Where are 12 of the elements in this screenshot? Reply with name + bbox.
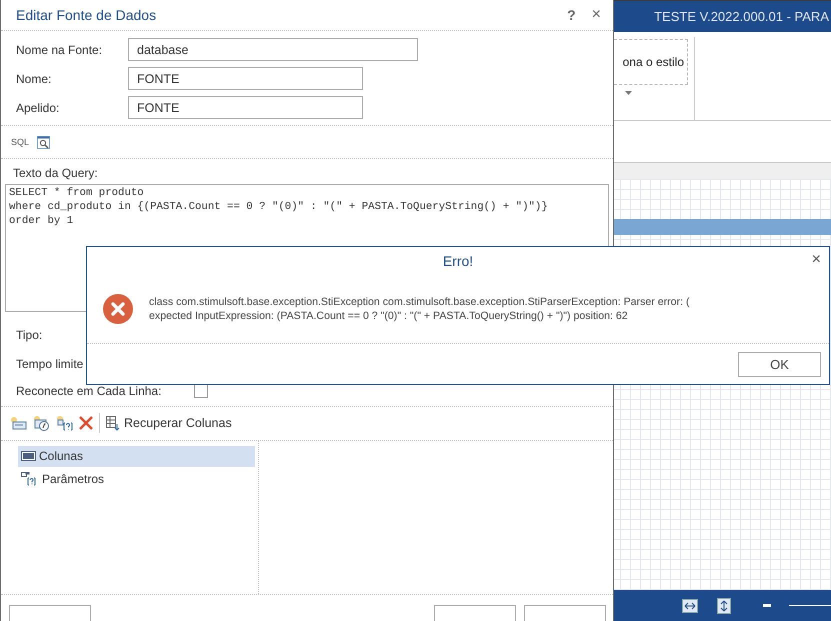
field-label: Nome: <box>16 72 52 86</box>
type-label: Tipo: <box>16 328 42 342</box>
query-label: Texto da Query: <box>12 165 99 182</box>
checkbox-label: Reconecte em Cada Linha: <box>16 384 162 398</box>
field-label: Nome na Fonte: <box>16 42 104 57</box>
sql-label: SQL <box>11 137 30 148</box>
dialog-title: Editar Fonte de Dados <box>16 7 158 24</box>
error-message: class com.stimulsoft.base.exception.StiException com.stimulsoft.base.exception.StiParserException: Parser error: ( expected InputExpression: (PASTA.Count == 0 ? "(0)" : "(" + PASTA.ToQueryString() + ")") position: 62 <box>149 295 690 323</box>
app-title: TESTE V.2022.000.01 - PARA <box>654 9 829 24</box>
error-title: Erro! <box>442 253 474 269</box>
timeout-label: Tempo limite <box>16 357 84 372</box>
field-label: Apelido: <box>16 100 60 115</box>
